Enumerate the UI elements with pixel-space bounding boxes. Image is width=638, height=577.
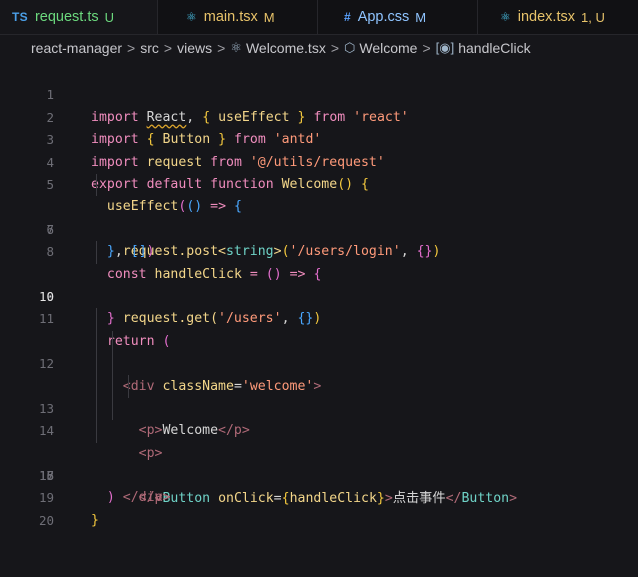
indent-guide	[112, 375, 113, 398]
tab-status: U	[104, 9, 114, 25]
chevron-right-icon: >	[422, 40, 431, 56]
code-line: 14 <p>	[0, 353, 638, 461]
indent-guide	[128, 375, 129, 398]
tab-request-ts[interactable]: TS request.ts U	[0, 0, 158, 34]
code-line: 18 )	[0, 443, 638, 505]
tab-label: App.css	[357, 9, 410, 25]
chevron-right-icon: >	[127, 40, 136, 56]
indent-guide	[112, 353, 113, 376]
breadcrumb-file[interactable]: Welcome.tsx	[246, 40, 326, 56]
code-area[interactable]: 1 import React, { useEffect } from 'reac…	[0, 62, 638, 528]
breadcrumb: react-manager > src > views > ⚛ Welcome.…	[0, 35, 638, 61]
indent-guide	[96, 330, 97, 354]
token-bracket: }	[91, 512, 99, 528]
tab-main-tsx[interactable]: ⚛ main.tsx M	[158, 0, 318, 34]
code-line: 9 request.get('/users', {})	[0, 241, 638, 326]
code-line: 13 <p>Welcome</p>	[0, 330, 638, 438]
react-icon: ⚛	[500, 10, 511, 24]
indent-guide	[96, 420, 97, 443]
indent-guide	[96, 353, 97, 376]
code-line: 12 <div className='welcome'>	[0, 308, 638, 394]
tab-bar: TS request.ts U ⚛ main.tsx M # App.css M…	[0, 0, 638, 35]
line-number: 20	[38, 512, 54, 528]
chevron-right-icon: >	[330, 40, 340, 56]
code-line: 11 return (	[0, 286, 638, 348]
tab-index-tsx[interactable]: ⚛ index.tsx 1, U	[478, 0, 638, 34]
css-hash-icon: #	[344, 10, 351, 24]
code-line: 19 }	[0, 465, 638, 527]
code-line-current: 10 }	[0, 264, 638, 326]
indent-guide	[96, 397, 97, 421]
code-line: 2 import { Button } from 'antd'	[0, 84, 638, 147]
indent-guide	[96, 241, 97, 264]
breadcrumb-symbol[interactable]: handleClick	[458, 40, 530, 56]
tab-status: 1, U	[581, 9, 605, 25]
chevron-right-icon: >	[217, 40, 226, 56]
indent-guide	[96, 173, 97, 197]
tab-label: index.tsx	[517, 9, 575, 25]
variable-symbol-icon: [◉]	[435, 40, 455, 55]
code-editor: TS request.ts U ⚛ main.tsx M # App.css M…	[0, 0, 638, 528]
breadcrumb-folder-react-manager[interactable]: react-manager	[31, 40, 122, 56]
code-line: 4 export default function Welcome() {	[0, 129, 638, 192]
code-line: 15 <Button onClick={handleClick}>点击事件</B…	[0, 375, 638, 506]
code-line: 3 import request from '@/utils/request'	[0, 107, 638, 169]
indent-guide	[112, 397, 113, 421]
tab-status: M	[415, 9, 427, 25]
code-line: 1 import React, { useEffect } from 'reac…	[0, 62, 638, 124]
code-line: 16 </p>	[0, 397, 638, 505]
code-line: 5 useEffect(() => {	[0, 152, 638, 214]
breadcrumb-folder-views[interactable]: views	[177, 40, 212, 56]
tab-status: M	[263, 9, 275, 25]
typescript-icon: TS	[12, 10, 28, 24]
tab-label: main.tsx	[203, 9, 258, 25]
indent-guide	[96, 375, 97, 398]
code-line: 20	[0, 487, 638, 528]
indent-guide	[112, 330, 113, 354]
react-file-icon: ⚛	[230, 40, 242, 55]
indent-guide	[96, 308, 97, 331]
tab-app-css[interactable]: # App.css M	[318, 0, 478, 34]
chevron-right-icon: >	[163, 40, 173, 56]
component-cube-icon: ⬡	[344, 40, 356, 55]
breadcrumb-component[interactable]: Welcome	[359, 40, 417, 56]
tab-label: request.ts	[34, 9, 99, 25]
code-line: 17 </div>	[0, 420, 638, 505]
line-text: }	[91, 510, 99, 532]
code-line: 6 request.post<string>('/users/login', {…	[0, 173, 638, 259]
react-icon: ⚛	[186, 10, 197, 24]
code-line: 8 const handleClick = () => {	[0, 219, 638, 281]
code-line: 7 }, [])	[0, 196, 638, 259]
breadcrumb-folder-src[interactable]: src	[140, 40, 159, 56]
